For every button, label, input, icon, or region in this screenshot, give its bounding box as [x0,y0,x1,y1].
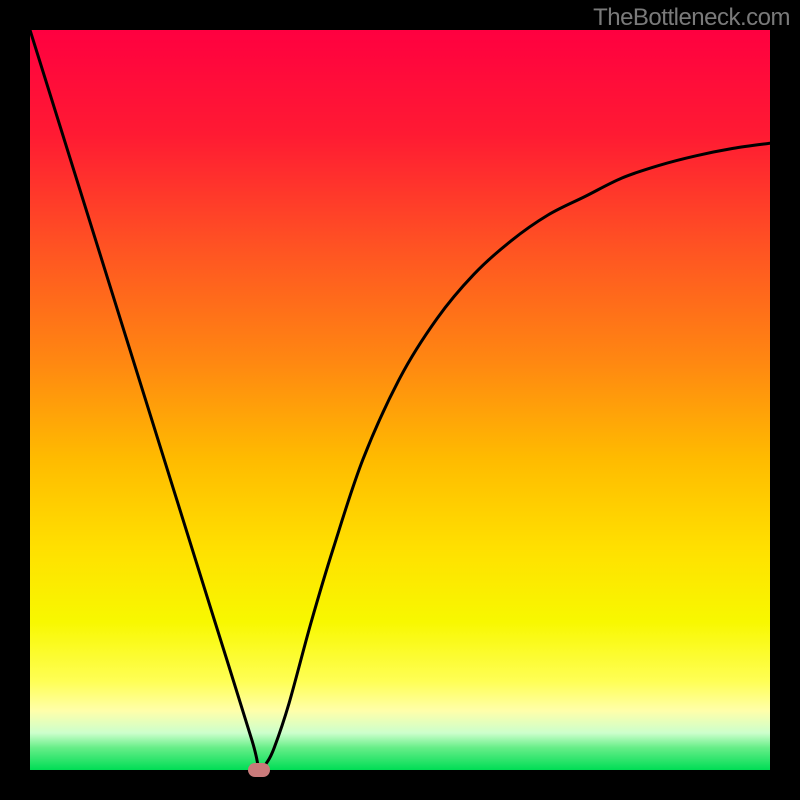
watermark: TheBottleneck.com [593,4,790,32]
optimal-point-marker [248,763,270,777]
bottleneck-curve [30,30,770,770]
curve-layer [30,30,770,770]
plot-area [30,30,770,770]
